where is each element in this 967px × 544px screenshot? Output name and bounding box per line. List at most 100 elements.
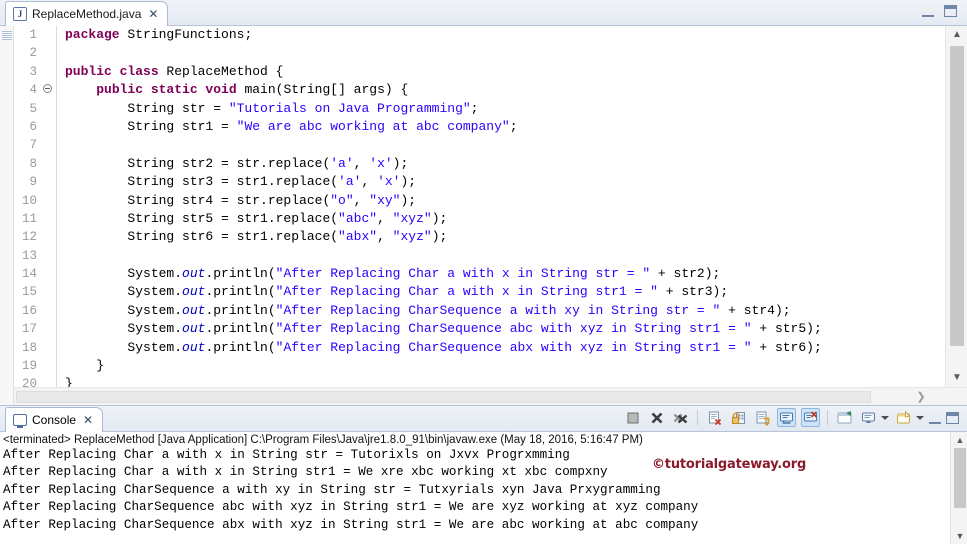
pin-console-button[interactable]: [753, 408, 772, 427]
fold-collapse-icon[interactable]: [40, 81, 54, 99]
code-text: String str6 = str1.replace("abx", "xyz")…: [65, 229, 448, 245]
line-number: 1: [29, 28, 37, 42]
code-line[interactable]: 11 String str5 = str1.replace("abc", "xy…: [14, 209, 945, 229]
code-line[interactable]: 14 System.out.println("After Replacing C…: [14, 265, 945, 284]
line-number: 14: [21, 267, 37, 282]
line-number: 16: [21, 303, 37, 318]
scroll-up-icon[interactable]: ▲: [954, 434, 966, 446]
console-output: After Replacing Char a with x in String …: [0, 447, 967, 534]
annotation-gutter[interactable]: [0, 26, 14, 405]
code-line[interactable]: 1 package StringFunctions;: [14, 26, 945, 45]
code-text: String str4 = str.replace("o", "xy");: [65, 192, 417, 208]
code-text: public static void main(String[] args) {: [96, 82, 409, 98]
code-line[interactable]: 2: [14, 44, 945, 63]
editor-horizontal-scrollbar[interactable]: ❯: [14, 387, 967, 405]
gutter-separator: [56, 136, 60, 155]
toolbar-separator: [697, 410, 698, 425]
console-vertical-scrollbar[interactable]: ▲ ▼: [950, 432, 967, 544]
console-output-line: After Replacing CharSequence abx with xy…: [3, 517, 699, 532]
code-line[interactable]: 17 System.out.println("After Replacing C…: [14, 320, 945, 339]
remove-all-terminated-button[interactable]: [671, 408, 690, 427]
code-text: String str5 = str1.replace("abc", "xyz")…: [65, 210, 448, 226]
terminate-button[interactable]: [623, 408, 642, 427]
code-text: package StringFunctions;: [65, 27, 253, 42]
code-line[interactable]: 15 System.out.println("After Replacing C…: [14, 283, 945, 302]
code-line[interactable]: 10 String str4 = str.replace("o", "xy");: [14, 191, 945, 210]
line-number: 19: [21, 359, 37, 374]
editor-hscroll-thumb[interactable]: [16, 391, 871, 403]
editor-tabbar: J ReplaceMethod.java ✕: [0, 0, 967, 26]
scroll-right-icon[interactable]: ❯: [913, 388, 929, 406]
code-text: System.out.println("After Replacing Char…: [65, 266, 721, 282]
new-console-view-button[interactable]: [894, 408, 913, 427]
code-text: String str = "Tutorials on Java Programm…: [65, 100, 479, 116]
gutter-separator: [56, 44, 60, 63]
code-line[interactable]: 12 String str6 = str1.replace("abx", "xy…: [14, 228, 945, 247]
line-number: 11: [21, 211, 37, 226]
maximize-icon[interactable]: [944, 4, 957, 17]
line-number: 3: [29, 64, 37, 79]
maximize-icon[interactable]: [946, 411, 959, 424]
watermark: ©tutorialgateway.org: [652, 457, 807, 472]
code-line[interactable]: 18 System.out.println("After Replacing C…: [14, 338, 945, 358]
editor-tab-replacemethod[interactable]: J ReplaceMethod.java ✕: [5, 1, 169, 26]
scroll-lock-button[interactable]: [729, 408, 748, 427]
console-output-line: After Replacing CharSequence abc with xy…: [3, 500, 699, 515]
console-part: Console ✕ <terminated> ReplaceMethod [Ja…: [0, 406, 967, 544]
editor-vscroll-thumb[interactable]: [950, 46, 964, 346]
chevron-down-icon[interactable]: [916, 415, 924, 420]
code-area[interactable]: 1 package StringFunctions; 2 3 public class …: [14, 26, 945, 387]
editor-vertical-scrollbar[interactable]: ▲ ▼: [945, 26, 967, 387]
code-line[interactable]: 19 }: [14, 357, 945, 376]
editor-tab-label: ReplaceMethod.java: [32, 7, 142, 21]
code-text: System.out.println("After Replacing Char…: [65, 321, 822, 337]
editor-part: J ReplaceMethod.java ✕ 1 package StringFu…: [0, 0, 967, 406]
console-toolbar: [623, 408, 959, 427]
code-text: System.out.println("After Replacing Char…: [65, 339, 822, 355]
code-line[interactable]: 8 String str2 = str.replace('a', 'x');: [14, 154, 945, 174]
open-console-button[interactable]: [801, 408, 820, 427]
word-wrap-button[interactable]: [835, 408, 854, 427]
show-console-view-button[interactable]: [859, 408, 878, 427]
minimize-icon[interactable]: [922, 8, 934, 17]
code-line[interactable]: 16 System.out.println("After Replacing C…: [14, 301, 945, 321]
chevron-down-icon[interactable]: [881, 415, 889, 420]
code-line[interactable]: 13: [14, 246, 945, 266]
code-text: }: [65, 358, 105, 374]
code-line[interactable]: 6 String str1 = "We are abc working at a…: [14, 117, 945, 137]
close-icon[interactable]: ✕: [81, 414, 93, 426]
line-number: 2: [29, 46, 37, 61]
line-number: 13: [21, 248, 37, 263]
console-output-line: After Replacing Char a with x in String …: [3, 465, 608, 480]
code-line[interactable]: 5 String str = "Tutorials on Java Progra…: [14, 99, 945, 118]
code-line[interactable]: 3 public class ReplaceMethod {: [14, 62, 945, 82]
scroll-up-icon[interactable]: ▲: [950, 28, 964, 42]
code-text: String str2 = str.replace('a', 'x');: [65, 155, 409, 171]
toolbar-separator: [827, 410, 828, 425]
console-terminated-line: <terminated> ReplaceMethod [Java Applica…: [3, 434, 643, 446]
close-icon[interactable]: ✕: [146, 8, 158, 20]
scroll-down-icon[interactable]: ▼: [950, 371, 964, 385]
console-monitor-icon: [13, 414, 27, 428]
console-tabbar: Console ✕: [0, 406, 967, 432]
console-tab-label: Console: [32, 413, 77, 427]
line-number: 9: [29, 175, 37, 190]
code-line[interactable]: 4 public static void main(String[] args)…: [14, 81, 945, 100]
line-number: 8: [29, 156, 37, 171]
code-line[interactable]: 20}: [14, 375, 945, 387]
code-text: String str3 = str1.replace('a', 'x');: [65, 174, 417, 190]
console-tab[interactable]: Console ✕: [5, 407, 104, 432]
minimize-icon[interactable]: [929, 415, 941, 424]
clear-console-button[interactable]: [705, 408, 724, 427]
line-number: 18: [21, 340, 37, 355]
scroll-down-icon[interactable]: ▼: [954, 530, 966, 542]
console-body[interactable]: <terminated> ReplaceMethod [Java Applica…: [0, 432, 967, 544]
display-selected-console-button[interactable]: [777, 408, 796, 427]
remove-launch-button[interactable]: [647, 408, 666, 427]
console-output-line: After Replacing Char a with x in String …: [3, 448, 570, 462]
console-output-line: After Replacing CharSequence a with xy i…: [3, 482, 661, 497]
code-line[interactable]: 9 String str3 = str1.replace('a', 'x');: [14, 173, 945, 192]
code-line[interactable]: 7: [14, 136, 945, 155]
editor-window-controls: [922, 4, 957, 17]
console-vscroll-thumb[interactable]: [954, 448, 966, 508]
